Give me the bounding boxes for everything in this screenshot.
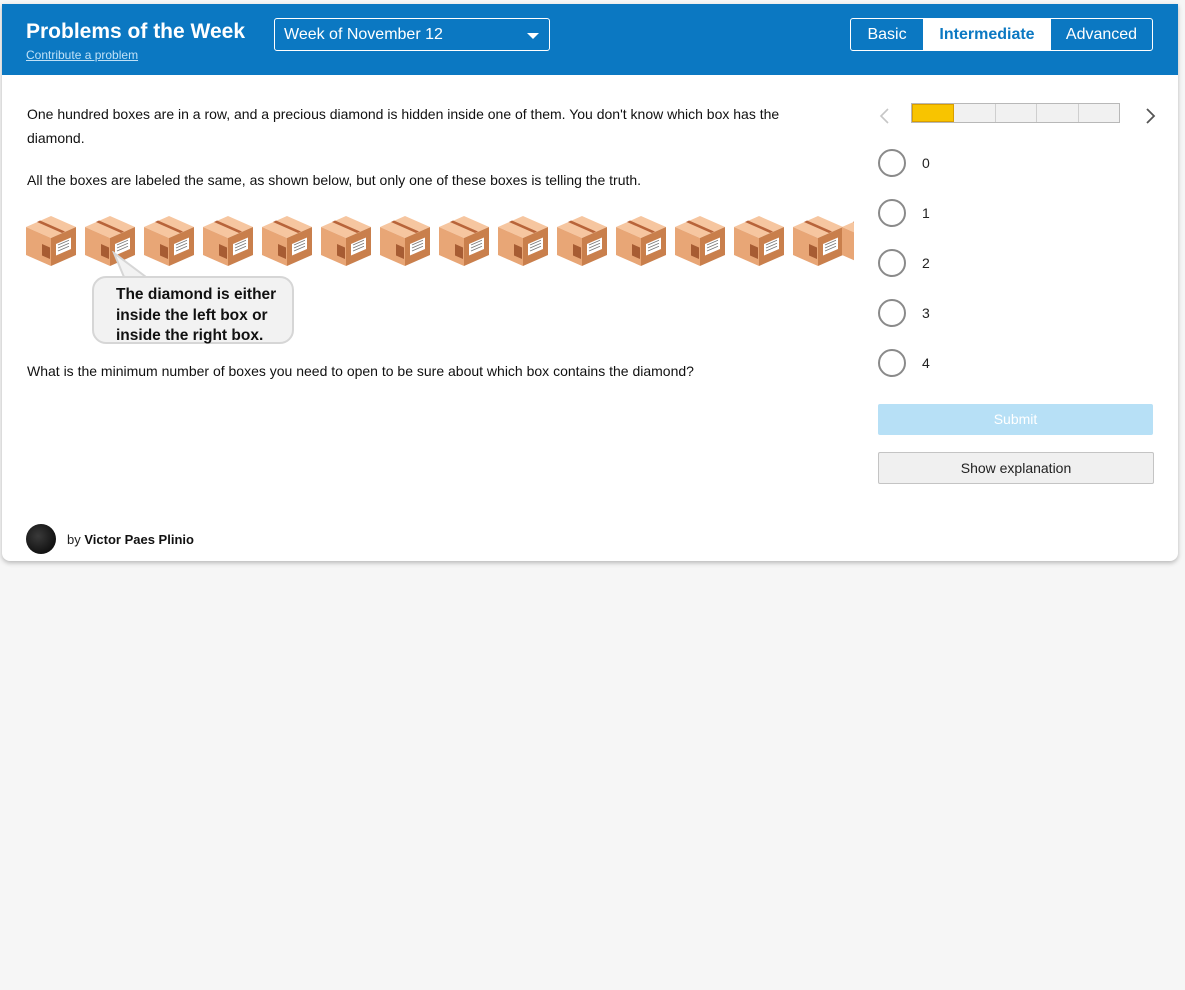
box-label-line: inside the left box or bbox=[116, 306, 268, 324]
radio-button[interactable] bbox=[878, 249, 906, 277]
author-byline: by Victor Paes Plinio bbox=[67, 532, 194, 547]
chevron-left-icon[interactable] bbox=[878, 106, 892, 126]
box-icon bbox=[733, 215, 785, 267]
level-advanced-button[interactable]: Advanced bbox=[1050, 19, 1152, 50]
level-basic-button[interactable]: Basic bbox=[851, 19, 923, 50]
problem-paragraph-1: One hundred boxes are in a row, and a pr… bbox=[27, 106, 780, 146]
box-label-speech-bubble: The diamond is either inside the left bo… bbox=[92, 276, 294, 344]
box-icon bbox=[792, 215, 844, 267]
radio-button[interactable] bbox=[878, 349, 906, 377]
radio-button[interactable] bbox=[878, 299, 906, 327]
progress-segment bbox=[1037, 104, 1079, 122]
box-icon bbox=[320, 215, 372, 267]
box-icon bbox=[615, 215, 667, 267]
progress-segment bbox=[954, 104, 996, 122]
progress-segment bbox=[1079, 104, 1119, 122]
week-select-value: Week of November 12 bbox=[284, 26, 443, 43]
box-icon bbox=[261, 215, 313, 267]
submit-button[interactable]: Submit bbox=[878, 404, 1153, 435]
avatar bbox=[26, 524, 56, 554]
radio-button[interactable] bbox=[878, 199, 906, 227]
answer-option-label: 1 bbox=[922, 205, 930, 221]
week-select[interactable]: Week of November 12 bbox=[274, 18, 550, 51]
box-icon bbox=[26, 215, 77, 267]
level-intermediate-button[interactable]: Intermediate bbox=[923, 19, 1050, 50]
author-prefix: by bbox=[67, 532, 81, 547]
show-explanation-button[interactable]: Show explanation bbox=[878, 452, 1154, 484]
header-bar: Problems of the Week Contribute a proble… bbox=[2, 4, 1178, 75]
progress-segment bbox=[912, 104, 955, 122]
problem-question: What is the minimum number of boxes you … bbox=[27, 363, 694, 379]
box-icon bbox=[497, 215, 549, 267]
chevron-down-icon bbox=[527, 33, 539, 39]
answer-option-label: 0 bbox=[922, 155, 930, 171]
box-icon bbox=[202, 215, 254, 267]
problem-paragraph-2: All the boxes are labeled the same, as s… bbox=[27, 172, 642, 188]
radio-button[interactable] bbox=[878, 149, 906, 177]
answer-option-label: 4 bbox=[922, 355, 930, 371]
author-name: Victor Paes Plinio bbox=[84, 532, 194, 547]
progress-segment bbox=[996, 104, 1038, 122]
page-title: Problems of the Week bbox=[26, 20, 246, 43]
chevron-right-icon[interactable] bbox=[1143, 106, 1157, 126]
answer-option-label: 2 bbox=[922, 255, 930, 271]
problem-progress-bar bbox=[911, 103, 1120, 123]
box-icon bbox=[841, 215, 854, 267]
box-icon bbox=[438, 215, 490, 267]
answer-option-label: 3 bbox=[922, 305, 930, 321]
level-toggle: Basic Intermediate Advanced bbox=[850, 18, 1153, 51]
box-label-line: inside the right box. bbox=[116, 327, 264, 344]
box-icon bbox=[556, 215, 608, 267]
box-icon bbox=[379, 215, 431, 267]
contribute-link[interactable]: Contribute a problem bbox=[26, 48, 138, 62]
box-label-line: The diamond is either bbox=[116, 286, 277, 303]
problem-card: Problems of the Week Contribute a proble… bbox=[2, 4, 1178, 561]
box-icon bbox=[674, 215, 726, 267]
